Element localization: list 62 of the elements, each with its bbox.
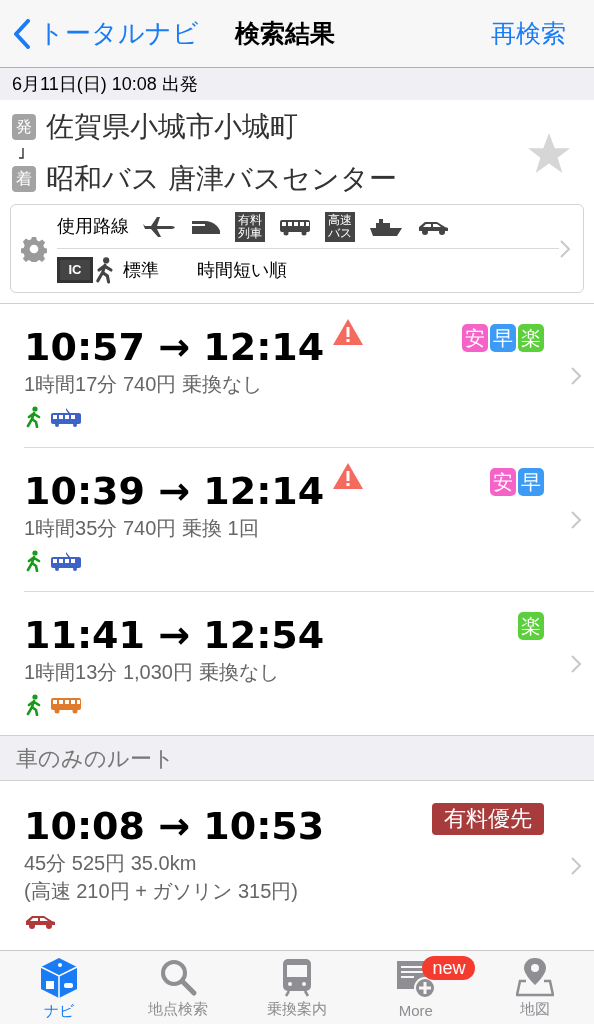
- route-summary: (高速 210円 + ガソリン 315円): [24, 878, 299, 904]
- new-badge: new: [422, 956, 476, 980]
- tab-bar-item[interactable]: 乗換案内: [237, 951, 357, 1024]
- walk-speed-text: 標準: [123, 258, 159, 282]
- route-tag: 有料優先: [432, 802, 544, 835]
- chevron-right-icon: [570, 365, 582, 386]
- section-header: 車のみのルート: [16, 744, 175, 773]
- train-icon: [281, 957, 313, 997]
- tab-bar-item[interactable]: 地図: [475, 951, 594, 1024]
- chevron-right-icon: [570, 855, 582, 876]
- destination-marker: 着: [12, 166, 36, 192]
- chevron-right-icon: [570, 509, 582, 530]
- chevron-right-icon: [570, 653, 582, 674]
- tab-bar-item[interactable]: ナビ: [0, 951, 119, 1024]
- route-times: 10:08 → 10:53: [24, 802, 325, 849]
- airplane-icon: [143, 215, 177, 238]
- warning-icon: [332, 461, 365, 490]
- route-tag: 早: [490, 323, 516, 352]
- favorite-star-icon[interactable]: [526, 131, 572, 175]
- route-times: 10:57 → 12:14: [24, 323, 325, 370]
- route-tag: 楽: [518, 323, 544, 352]
- cube-icon: [39, 957, 80, 999]
- research-button[interactable]: 再検索: [491, 14, 566, 53]
- search-icon: [158, 957, 199, 997]
- route-summary: 45分 525円 35.0km: [24, 850, 198, 876]
- tram-icon: [50, 550, 82, 571]
- route-result-row[interactable]: 10:57 → 12:14 安 早 楽 1時間17分 740円 乗換なし: [0, 304, 594, 447]
- route-tag: 楽: [518, 611, 544, 640]
- warning-icon: [332, 317, 365, 346]
- route-summary: 1時間17分 740円 乗換なし: [24, 371, 263, 397]
- route-type-badge: 有料 列車: [235, 211, 265, 242]
- back-chevron-icon: [12, 18, 32, 49]
- tab-bar-item[interactable]: new More: [356, 951, 476, 1024]
- route-tag: 安: [490, 467, 516, 496]
- route-times: 11:41 → 12:54: [24, 611, 325, 658]
- origin-place: 佐賀県小城市小城町: [46, 110, 298, 144]
- options-label: 使用路線: [57, 215, 129, 238]
- route-options-card[interactable]: 使用路線 有料 列車 高速 バス IC 標準 時間短い順: [10, 204, 584, 293]
- map-pin-icon: [515, 957, 554, 997]
- bus-icon: [279, 217, 311, 236]
- route-tag: 安: [462, 323, 488, 352]
- destination-place: 昭和バス 唐津バスセンター: [46, 162, 397, 196]
- tram-icon: [50, 406, 82, 427]
- route-result-row[interactable]: 11:41 → 12:54 楽 1時間13分 1,030円 乗換なし: [0, 592, 594, 735]
- tab-bar-item[interactable]: 地点検索: [118, 951, 238, 1024]
- route-summary: 1時間35分 740円 乗換 1回: [24, 515, 260, 541]
- chevron-right-icon: [559, 238, 571, 259]
- departure-datetime: 6月11日(日) 10:08 出発: [12, 72, 198, 96]
- route-times: 10:39 → 12:14: [24, 467, 325, 514]
- bus-icon: [50, 695, 82, 714]
- settings-icon: [21, 235, 47, 262]
- route-type-badge: 高速 バス: [325, 211, 355, 242]
- ship-icon: [369, 216, 403, 237]
- sort-order-text: 時間短い順: [197, 258, 287, 282]
- origin-marker: 発: [12, 114, 36, 140]
- back-button[interactable]: トータルナビ: [12, 14, 199, 53]
- screen-title: 検索結果: [235, 17, 335, 49]
- route-summary: 1時間13分 1,030円 乗換なし: [24, 659, 280, 685]
- route-result-row[interactable]: 10:08 → 10:53 有料優先 45分 525円 35.0km (高速 210円 + ガソリン 315円): [0, 781, 594, 950]
- route-result-row[interactable]: 10:39 → 12:14 安 早 1時間35分 740円 乗換 1回: [0, 448, 594, 591]
- route-tag: 早: [518, 467, 544, 496]
- ic-card-badge: IC: [57, 257, 93, 283]
